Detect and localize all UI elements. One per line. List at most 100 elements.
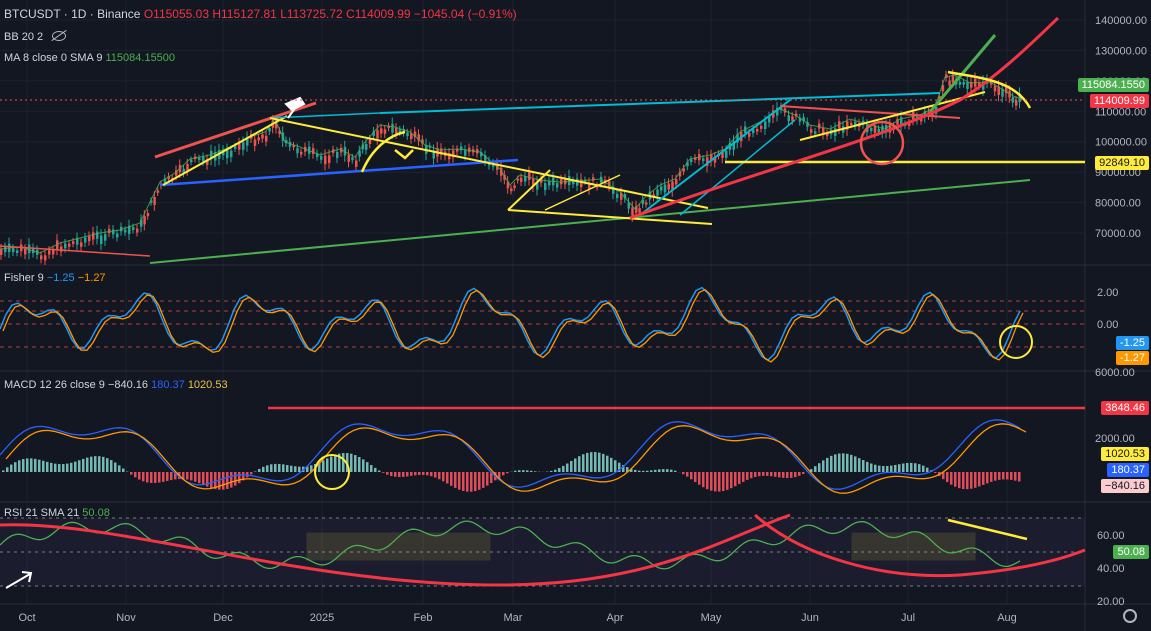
macd-histogram-bar: [162, 472, 165, 482]
macd-histogram-bar: [766, 472, 769, 476]
macd-histogram-bar: [22, 459, 25, 472]
macd-histogram-bar: [30, 458, 33, 472]
price-candle: [958, 81, 962, 85]
chart-canvas[interactable]: Oct Nov Dec 2025 Feb Mar Apr May Jun Jul Aug 140000…: [0, 0, 1151, 631]
fisher-legend[interactable]: Fisher 9 −1.25 −1.27: [4, 272, 106, 284]
macd-histogram-bar: [370, 465, 373, 472]
macd-histogram-bar: [866, 461, 869, 472]
macd-histogram-bar: [838, 453, 841, 472]
fisher-tick-label: 0.00: [1097, 319, 1118, 331]
macd-histogram-bar: [934, 472, 937, 474]
price-candle: [368, 139, 372, 144]
macd-histogram-bar: [834, 454, 837, 472]
fisher-value-1: −1.25: [46, 272, 75, 284]
ma-legend[interactable]: MA 8 close 0 SMA 9 115084.15500: [4, 52, 175, 64]
macd-histogram-bar: [722, 472, 725, 492]
macd-histogram-bar: [878, 465, 881, 472]
macd-histogram-bar: [666, 469, 669, 472]
hidden-eye-icon[interactable]: [52, 31, 67, 41]
macd-histogram-bar: [738, 472, 741, 485]
price-candle: [645, 202, 648, 205]
macd-histogram-bar: [238, 472, 241, 484]
price-candle: [702, 158, 705, 161]
macd-histogram-bar: [814, 466, 817, 472]
macd-histogram-bar: [970, 472, 973, 489]
macd-histogram-bar: [522, 470, 525, 472]
macd-histogram-bar: [890, 465, 893, 472]
price-candle: [84, 237, 87, 243]
macd-histogram-bar: [330, 456, 333, 472]
macd-histogram-bar: [798, 472, 801, 476]
macd-histogram-bar: [58, 464, 61, 472]
settings-gear-icon[interactable]: [1123, 609, 1137, 623]
macd-histogram-bar: [902, 463, 905, 472]
symbol-title: BTCUSDT · 1D · Binance: [4, 7, 141, 21]
ma-price-tag: 115084.1550: [1077, 78, 1149, 92]
macd-histogram-bar: [278, 463, 281, 472]
macd-histogram-bar: [926, 467, 929, 472]
price-candle: [261, 134, 264, 139]
price-candle: [136, 228, 139, 233]
macd-histogram-bar: [830, 455, 833, 472]
macd-histogram-bar: [862, 460, 865, 472]
time-tick-label: Dec: [213, 612, 233, 624]
price-candle: [153, 197, 156, 205]
price-candle: [68, 243, 71, 247]
price-candle: [265, 135, 268, 142]
price-candle: [198, 157, 201, 160]
macd-histogram-bar: [482, 472, 485, 488]
price-candle: [52, 249, 55, 255]
macd-histogram-bar: [762, 472, 765, 476]
price-candle: [347, 154, 350, 162]
macd-histogram-bar: [918, 464, 921, 472]
macd-histogram-bar: [394, 472, 397, 477]
macd-histogram-bar: [190, 472, 193, 481]
macd-histogram-bar: [502, 472, 505, 476]
macd-histogram-bar: [410, 472, 413, 476]
price-candle: [376, 130, 379, 139]
macd-histogram-bar: [702, 472, 705, 488]
macd-histogram-bar: [462, 472, 465, 491]
price-tick-label: 130000.00: [1095, 45, 1147, 57]
price-candle: [616, 193, 619, 199]
macd-histogram-bar: [350, 453, 353, 472]
macd-histogram-bar: [746, 472, 749, 480]
rsi-legend[interactable]: RSI 21 SMA 21 50.08: [4, 507, 110, 519]
macd-histogram-bar: [258, 468, 261, 472]
macd-histogram-bar: [1006, 472, 1009, 480]
macd-histogram-bar: [886, 465, 889, 472]
macd-histogram-bar: [698, 472, 701, 485]
price-candle: [48, 250, 51, 255]
macd-histogram-bar: [202, 472, 205, 485]
price-candle: [966, 81, 969, 89]
price-tick-label: 70000.00: [1095, 228, 1141, 240]
rsi-tick-label: 20.00: [1097, 596, 1125, 608]
price-candle: [663, 184, 667, 193]
macd-histogram-bar: [82, 458, 85, 472]
price-candle: [40, 255, 43, 260]
time-tick-label: Aug: [997, 612, 1017, 624]
ohlc-close: C114009.99: [346, 7, 411, 21]
macd-histogram-bar: [210, 472, 213, 489]
support-price-tag: 92849.10: [1095, 156, 1149, 170]
macd-histogram-bar: [882, 466, 885, 472]
bb-legend[interactable]: BB 20 2: [4, 30, 67, 43]
macd-histogram-bar: [334, 454, 337, 472]
time-tick-label: Jun: [801, 612, 819, 624]
macd-histogram-bar: [1018, 472, 1021, 482]
macd-histogram-bar: [782, 472, 785, 478]
macd-histogram-bar: [374, 467, 377, 472]
price-candle: [202, 156, 205, 162]
macd-legend[interactable]: MACD 12 26 close 9 −840.16 180.37 1020.5…: [4, 379, 228, 391]
price-candle: [268, 128, 271, 132]
price-candle: [242, 142, 245, 150]
macd-histogram-bar: [158, 472, 161, 483]
price-candle: [760, 125, 763, 129]
macd-histogram-bar: [870, 463, 873, 472]
macd-histogram-bar: [430, 472, 433, 477]
macd-histogram-bar: [466, 472, 469, 492]
rsi-highlight-box: [851, 532, 976, 561]
macd-histogram-bar: [134, 472, 137, 478]
macd-histogram-bar: [714, 472, 717, 492]
macd-histogram-bar: [414, 472, 417, 476]
